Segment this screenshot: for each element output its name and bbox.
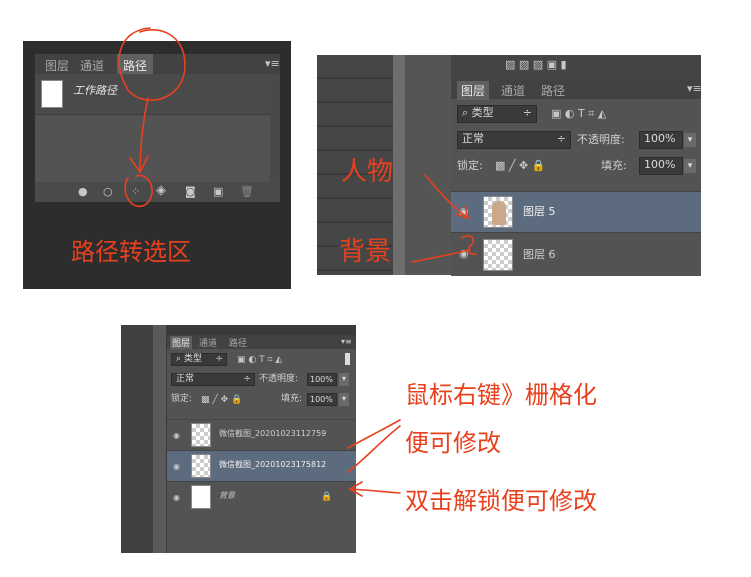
arrow-person [424,174,469,219]
annotation-strokes [118,27,477,497]
circle-around-paths-tab [118,27,186,101]
arrow-rasterize [347,419,401,449]
arrow-background [411,249,471,263]
arrow-rasterize-2 [347,425,401,473]
arrow-unlock [349,488,401,494]
circle-around-selection-icon [124,174,153,208]
arrow-head-down [129,155,149,174]
